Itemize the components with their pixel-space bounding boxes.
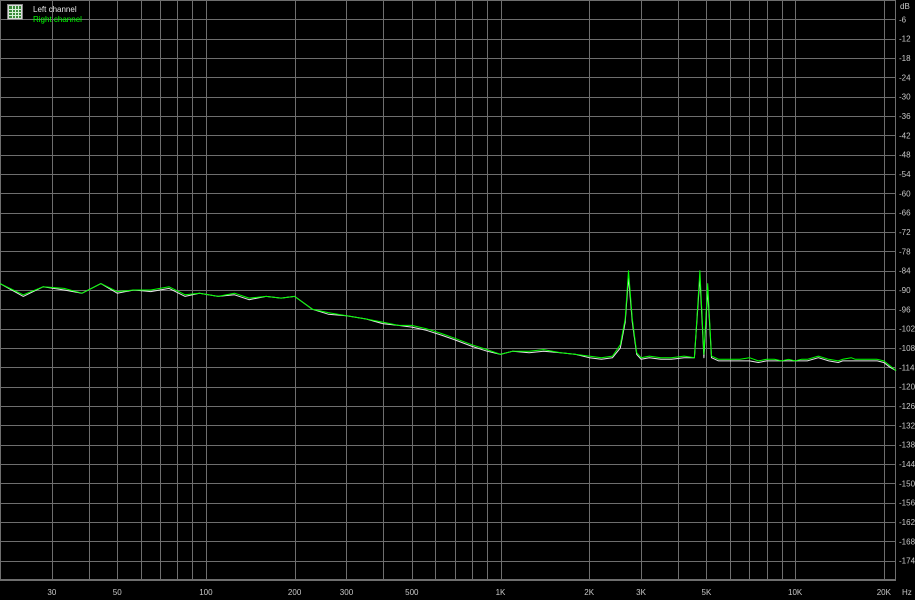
y-tick-label: -108 [899,344,915,353]
y-tick-label: -138 [899,441,915,450]
x-tick-label: 3K [636,588,646,597]
x-tick-label: 2K [584,588,594,597]
x-tick-label: 10K [788,588,803,597]
y-tick-label: -36 [899,112,911,121]
y-tick-label: -132 [899,421,915,430]
y-tick-label: -96 [899,305,911,314]
y-tick-label: -156 [899,499,915,508]
series-left-channel [0,276,897,372]
y-tick-label: -114 [899,363,915,372]
x-tick-label: 200 [288,588,302,597]
y-tick-label: -84 [899,267,911,276]
table-grid-icon[interactable] [7,4,23,20]
x-tick-label: 500 [405,588,419,597]
series-layer [0,270,897,372]
legend-right-channel: Right channel [33,15,82,24]
x-unit-label: Hz [902,588,912,597]
y-tick-label: -12 [899,35,911,44]
y-tick-label: -144 [899,460,915,469]
y-tick-label: -150 [899,479,915,488]
y-tick-label: -66 [899,209,911,218]
x-tick-label: 300 [340,588,354,597]
series-right-channel [0,270,897,371]
y-tick-label: -120 [899,383,915,392]
y-tick-label: -42 [899,131,911,140]
x-tick-label: 50 [113,588,122,597]
y-tick-label: -90 [899,286,911,295]
y-tick-label: -174 [899,557,915,566]
y-unit-label: dB [900,2,910,11]
y-tick-label: -102 [899,325,915,334]
y-tick-label: -72 [899,228,911,237]
y-tick-label: -126 [899,402,915,411]
y-tick-label: -168 [899,537,915,546]
x-tick-label: 30 [47,588,56,597]
y-tick-label: -54 [899,170,911,179]
y-tick-label: -60 [899,189,911,198]
y-tick-label: -24 [899,73,911,82]
y-tick-label: -18 [899,54,911,63]
legend-left-channel: Left channel [33,5,77,14]
x-tick-label: 20K [877,588,892,597]
y-tick-label: -162 [899,518,915,527]
y-tick-label: -30 [899,93,911,102]
y-tick-label: -6 [899,15,907,24]
x-tick-label: 100 [199,588,213,597]
x-tick-label: 5K [702,588,712,597]
y-tick-label: -48 [899,151,911,160]
y-tick-label: -78 [899,247,911,256]
x-tick-label: 1K [496,588,506,597]
spectrum-chart: dB -6 -12 -18 -24 -30 -36 -42 -48 -54 -60 -66 -72 -78… [0,0,915,597]
